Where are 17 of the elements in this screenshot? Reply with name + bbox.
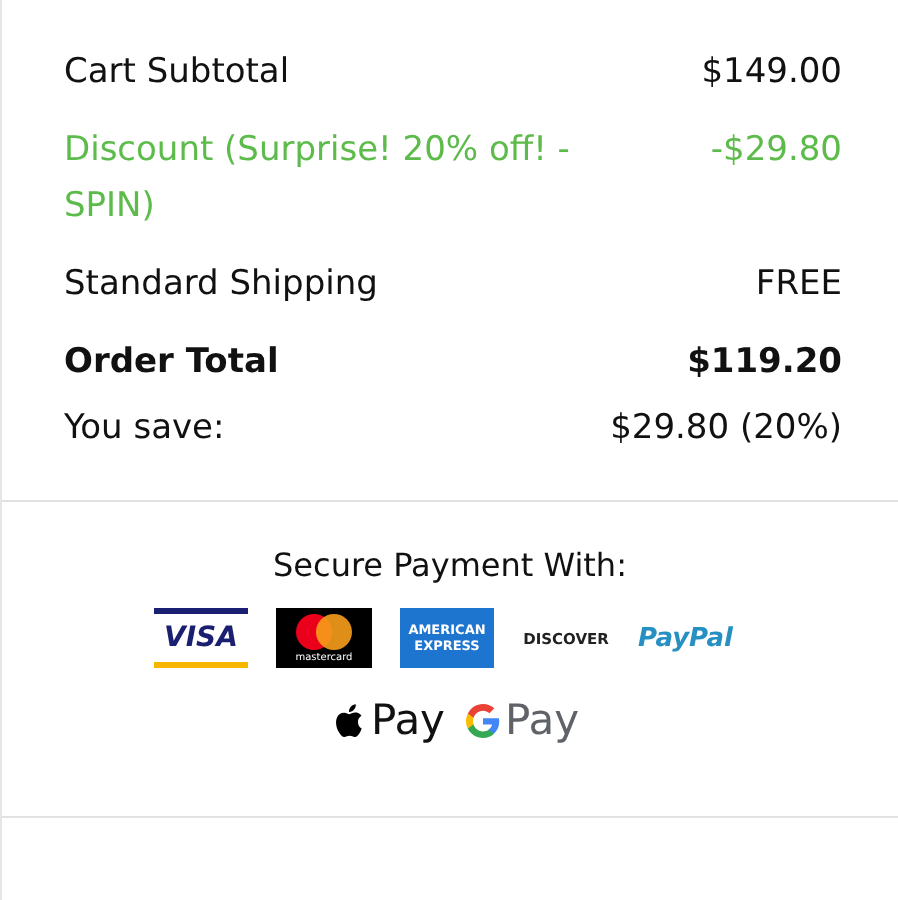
paypal-logo: PayPal (638, 621, 733, 657)
apple-pay-text: Pay (370, 696, 445, 744)
apple-icon (332, 701, 365, 739)
payment-heading: Secure Payment With: (271, 546, 629, 584)
summary-label: Standard Shipping (64, 262, 378, 308)
summary-value: -$29.80 (710, 128, 842, 174)
visa-logo: VISA (154, 608, 248, 668)
google-g-icon (465, 703, 499, 737)
summary-label: Cart Subtotal (64, 50, 290, 96)
summary-label: You save: (64, 406, 225, 452)
summary-label: Discount (Surprise! 20% off! - SPIN) (64, 128, 572, 230)
summary-value: $29.80 (20%) (610, 406, 842, 452)
summary-value: FREE (755, 262, 842, 308)
summary-value: $149.00 (701, 50, 842, 96)
google-pay-text: Pay (505, 696, 580, 744)
summary-value: $119.20 (687, 340, 842, 386)
summary-label: Order Total (64, 340, 279, 386)
